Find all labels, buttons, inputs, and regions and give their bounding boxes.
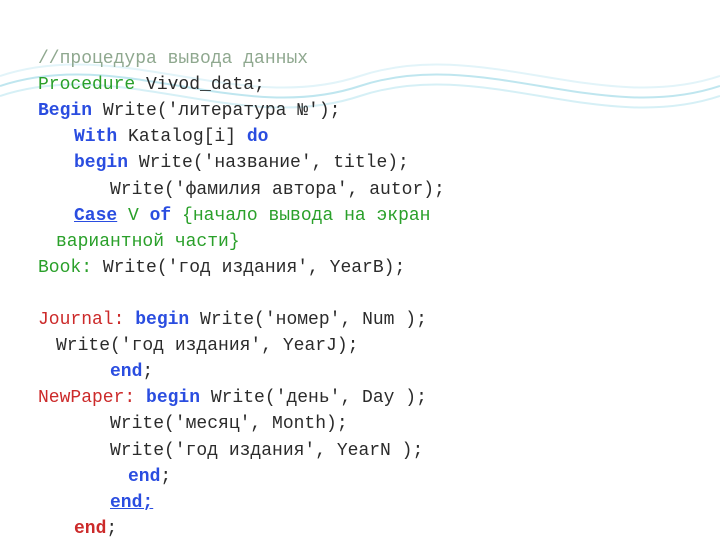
code-line: Begin Write('литература №'); [38, 101, 340, 121]
code-line [38, 284, 49, 304]
code-line: end; [38, 467, 171, 487]
code-line: Case V of {начало вывода на экран [38, 206, 430, 226]
code-line: end; [38, 362, 153, 382]
code-line: Write('месяц', Month); [38, 414, 348, 434]
code-line: Write('фамилия автора', autor); [38, 180, 445, 200]
code-line: Write('год издания', YearN ); [38, 441, 423, 461]
code-line: Procedure Vivod_data; [38, 75, 265, 95]
code-line: end; [38, 493, 153, 513]
code-block: //процедура вывода данных Procedure Vivo… [38, 20, 445, 540]
code-line: end; [38, 519, 117, 539]
code-line: вариантной части} [38, 232, 240, 252]
code-line: NewPaper: begin Write('день', Day ); [38, 388, 427, 408]
code-line: //процедура вывода данных [38, 49, 308, 69]
code-line: begin Write('название', title); [38, 153, 409, 173]
code-line: Journal: begin Write('номер', Num ); [38, 310, 427, 330]
code-line: Write('год издания', YearJ); [38, 336, 358, 356]
code-line: Book: Write('год издания', YearB); [38, 258, 405, 278]
code-line: With Katalog[i] do [38, 127, 268, 147]
